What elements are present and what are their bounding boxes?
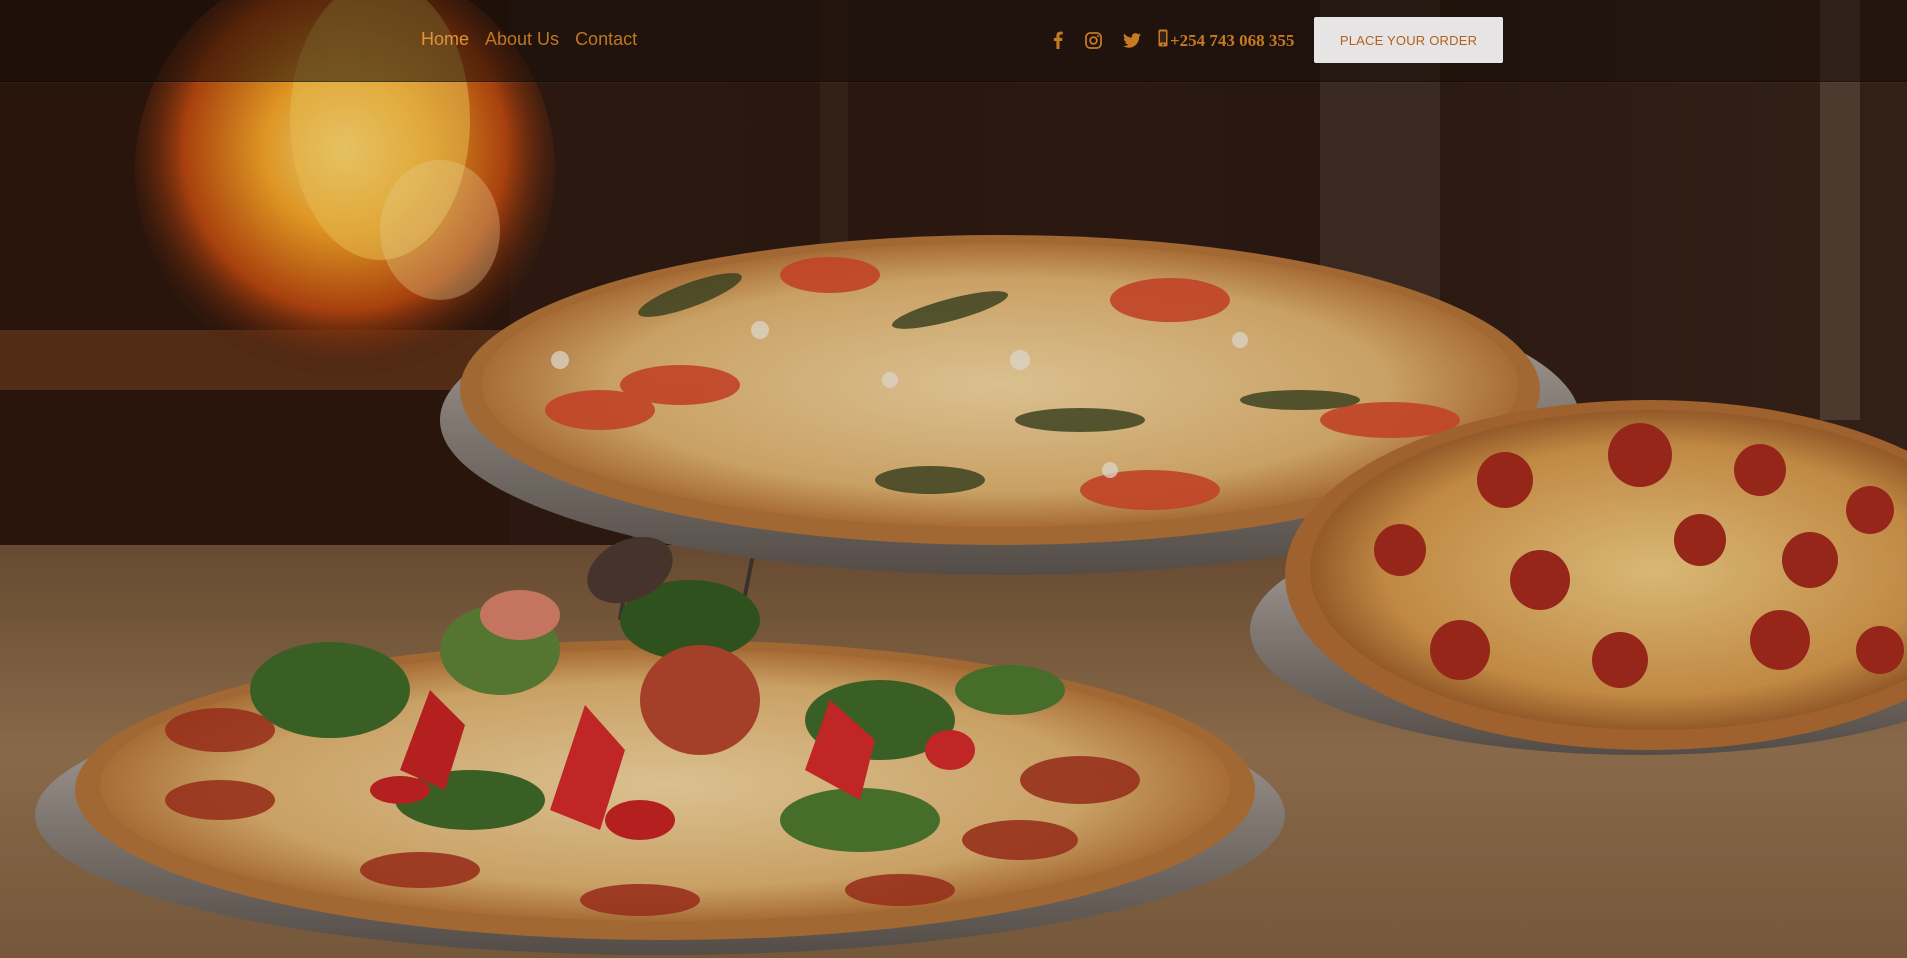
- top-navbar: Home About Us Contact +254 743 068 355 P…: [0, 0, 1907, 82]
- twitter-icon[interactable]: [1123, 29, 1141, 51]
- nav-link-contact[interactable]: Contact: [575, 28, 637, 50]
- hero-section: Home About Us Contact +254 743 068 355 P…: [0, 0, 1907, 958]
- hero-pizza-image: [0, 0, 1907, 958]
- phone-icon: [1158, 29, 1168, 53]
- facebook-icon[interactable]: [1053, 29, 1063, 51]
- nav-links: Home About Us Contact: [421, 28, 637, 50]
- place-order-button[interactable]: PLACE YOUR ORDER: [1314, 17, 1503, 63]
- nav-link-about-us[interactable]: About Us: [485, 28, 559, 50]
- instagram-icon[interactable]: [1085, 29, 1102, 51]
- nav-link-home[interactable]: Home: [421, 28, 469, 50]
- phone-number: +254 743 068 355: [1170, 31, 1295, 50]
- phone-contact[interactable]: +254 743 068 355: [1158, 29, 1294, 53]
